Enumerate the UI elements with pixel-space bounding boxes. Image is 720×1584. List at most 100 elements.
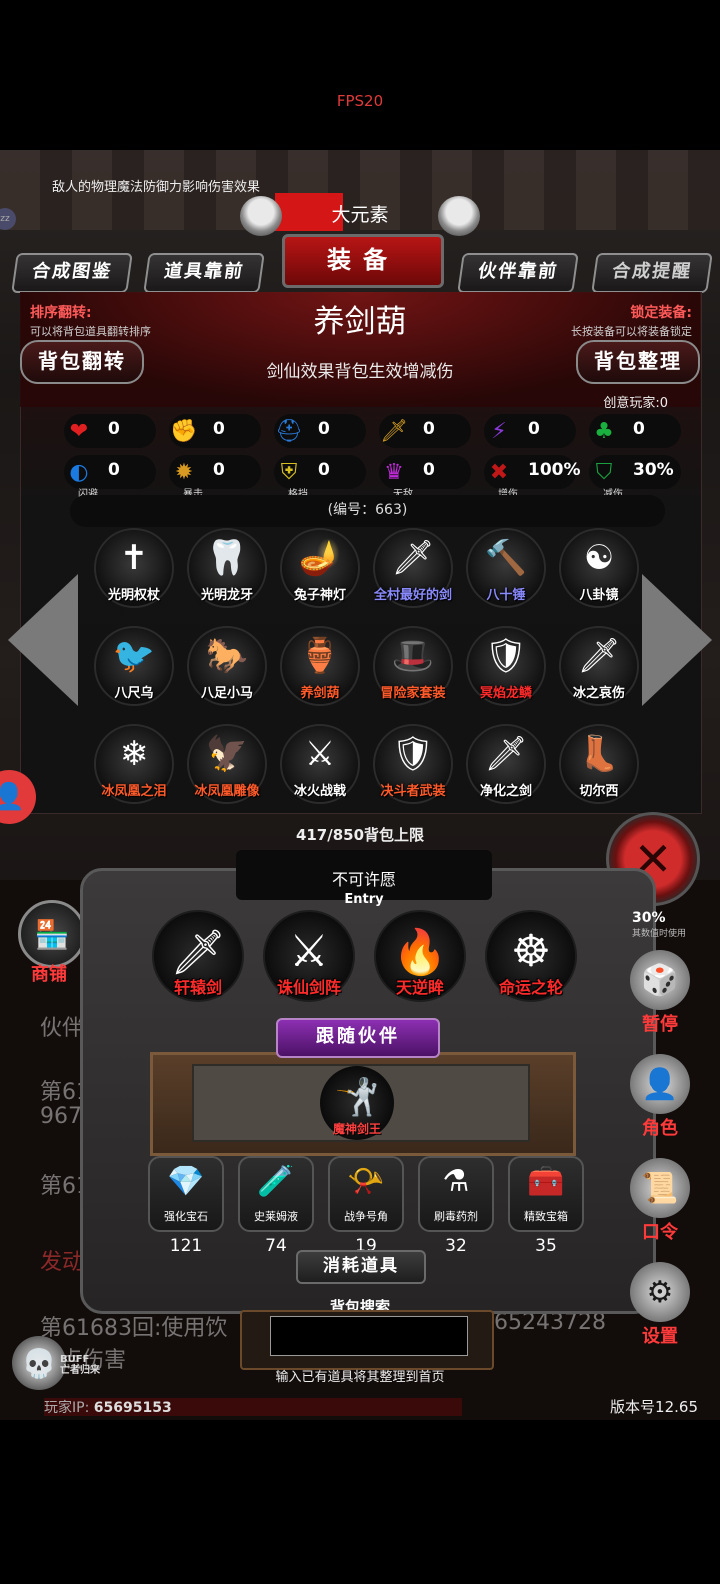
log-partner: 伙伴 (40, 1016, 85, 1041)
craft-reminder-button[interactable]: 合成提醒 (591, 253, 713, 293)
lightning-icon: ⚡ (491, 418, 507, 444)
codex-button[interactable]: 合成图鉴 (11, 253, 133, 293)
user-icon: 👤 (0, 782, 26, 812)
inventory-slot[interactable]: 🗡 全村最好的剑 (373, 528, 453, 608)
skull-left-icon (240, 196, 282, 236)
consumable-count: 121 (169, 1236, 203, 1256)
inventory-slot[interactable]: 🛡 冥焰龙鳞 (466, 626, 546, 706)
inventory-slot[interactable]: ✝ 光明权杖 (94, 528, 174, 608)
item-icon: 🗡 (391, 538, 435, 578)
role-button[interactable]: 👤 (630, 1054, 690, 1114)
partner-name: 魔神剑王 (332, 1122, 381, 1136)
strength-icon: ✊ (170, 418, 198, 444)
bag-search-input[interactable] (270, 1316, 468, 1356)
item-name: 光明权杖 (107, 588, 160, 603)
inventory-slot[interactable]: 🛡 决斗者武装 (373, 724, 453, 804)
consumable-icon: 💎 (167, 1164, 205, 1199)
consumable-slot[interactable]: 💎 强化宝石 121 (148, 1156, 224, 1256)
item-icon: 🏺 (298, 636, 342, 676)
pause-button[interactable]: 🎲 (630, 950, 690, 1010)
player-ip-value: 65695153 (93, 1400, 172, 1416)
consumable-icon: 🧰 (527, 1164, 565, 1199)
inventory-slot[interactable]: 🔨 八十锤 (466, 528, 546, 608)
consumable-slot[interactable]: 🧰 精致宝箱 35 (508, 1156, 584, 1256)
stat-damage-up: ✖100%增伤 (484, 455, 581, 500)
item-icon: ⚔ (304, 734, 336, 774)
wish-entry: Entry (344, 892, 384, 907)
stat-block: ⛨0格挡 (274, 455, 366, 500)
inventory-slot[interactable]: ☯ 八卦镜 (559, 528, 639, 608)
inventory-slot[interactable]: 🐎 八足小马 (187, 626, 267, 706)
item-name: 八尺乌 (114, 686, 154, 701)
consumable-slot[interactable]: 🧪 史莱姆液 74 (238, 1156, 314, 1256)
wish-slot[interactable]: ☸ 命运之轮 (485, 910, 577, 1002)
wish-item-icon: 🗡 (170, 927, 226, 978)
wish-slot[interactable]: 🗡 轩辕剑 (152, 910, 244, 1002)
item-icon: 🦅 (205, 734, 249, 774)
stat-value: 0 (108, 419, 120, 439)
consumable-slot[interactable]: 📯 战争号角 19 (328, 1156, 404, 1256)
wish-slot[interactable]: ⚔ 诛仙剑阵 (263, 910, 355, 1002)
prev-page-arrow[interactable] (8, 574, 78, 706)
inventory-slot[interactable]: 🎩 冒险家套装 (373, 626, 453, 706)
item-name: 冰火战戟 (293, 784, 346, 799)
skull-icon: 💀 (21, 1346, 57, 1380)
item-name: 冰凤凰雕像 (194, 784, 260, 799)
stat-strength: ✊ 0 (169, 414, 261, 448)
item-icon: 🛡 (484, 636, 528, 676)
shop-button[interactable]: 🏪 (18, 900, 86, 968)
item-icon: 🛡 (391, 734, 435, 774)
log-line-2: 967 (40, 1104, 82, 1129)
inventory-slot[interactable]: 🗡 冰之哀伤 (559, 626, 639, 706)
item-icon: 🎩 (391, 636, 435, 676)
item-serial: (编号：663) (70, 495, 665, 527)
side-percent-sub: 其数值时使用 (632, 929, 687, 939)
log-line-4: 发动 (40, 1250, 85, 1275)
item-name: 决斗者武装 (380, 784, 446, 799)
heart-icon: ❤ (69, 418, 89, 444)
items-front-button[interactable]: 道具靠前 (143, 253, 265, 293)
stat-value: 0 (108, 460, 120, 480)
creative-player-count: 创意玩家:0 (603, 396, 668, 411)
inventory-slot[interactable]: 🦷 光明龙牙 (187, 528, 267, 608)
inventory-slot[interactable]: 👢 切尔西 (559, 724, 639, 804)
inventory-slot[interactable]: ⚔ 冰火战戟 (280, 724, 360, 804)
stat-value: 0 (633, 419, 645, 439)
stat-sword: 🗡 0 (379, 414, 471, 448)
consumable-slot[interactable]: ⚗ 刷毒药剂 32 (418, 1156, 494, 1256)
inventory-slot[interactable]: ❄ 冰凤凰之泪 (94, 724, 174, 804)
partner-front-button[interactable]: 伙伴靠前 (457, 253, 579, 293)
stat-helmet: ⛑ 0 (274, 414, 366, 448)
wish-item-icon: ☸ (511, 926, 551, 977)
stat-value: 0 (528, 419, 540, 439)
clover-icon: ♣ (594, 418, 614, 444)
bag-organize-button[interactable]: 背包整理 (576, 340, 700, 384)
password-label: 口令 (642, 1222, 678, 1243)
inventory-slot[interactable]: 🏺 养剑葫 (280, 626, 360, 706)
inventory-slot[interactable]: 🦅 冰凤凰雕像 (187, 724, 267, 804)
inventory-slot[interactable]: 🗡 净化之剑 (466, 724, 546, 804)
follow-partner-slot[interactable]: 🤺 魔神剑王 (320, 1066, 394, 1140)
boss-name: 大元素 (331, 204, 389, 226)
stat-dodge: ◐0闪避 (64, 455, 156, 500)
item-icon: 🗡 (577, 636, 621, 676)
inventory-slot[interactable]: 🐦 八尺乌 (94, 626, 174, 706)
stat-invincible: ♛0无敌 (379, 455, 471, 500)
item-icon: 👢 (577, 734, 621, 774)
next-page-arrow[interactable] (642, 574, 712, 706)
buff-button[interactable]: 💀 (12, 1336, 66, 1390)
stat-lightning: ⚡ 0 (484, 414, 576, 448)
equipment-title: 装备 (282, 234, 444, 288)
selected-item-name: 养剑葫 (313, 304, 407, 340)
partner-icon: 🤺 (334, 1077, 380, 1118)
buff-label: BUFF 亡者归来 (60, 1354, 100, 1376)
player-ip-label: 玩家IP: (44, 1400, 90, 1416)
inventory-slot[interactable]: 🪔 兔子神灯 (280, 528, 360, 608)
helmet-icon: ⛑ (275, 418, 303, 444)
stat-heart: ❤ 0 (64, 414, 156, 448)
item-name: 冥焰龙鳞 (479, 686, 532, 701)
bag-flip-button[interactable]: 背包翻转 (20, 340, 144, 384)
wish-slot[interactable]: 🔥 天逆眸 (374, 910, 466, 1002)
item-icon: 🦷 (205, 538, 249, 578)
password-button[interactable]: 📜 (630, 1158, 690, 1218)
